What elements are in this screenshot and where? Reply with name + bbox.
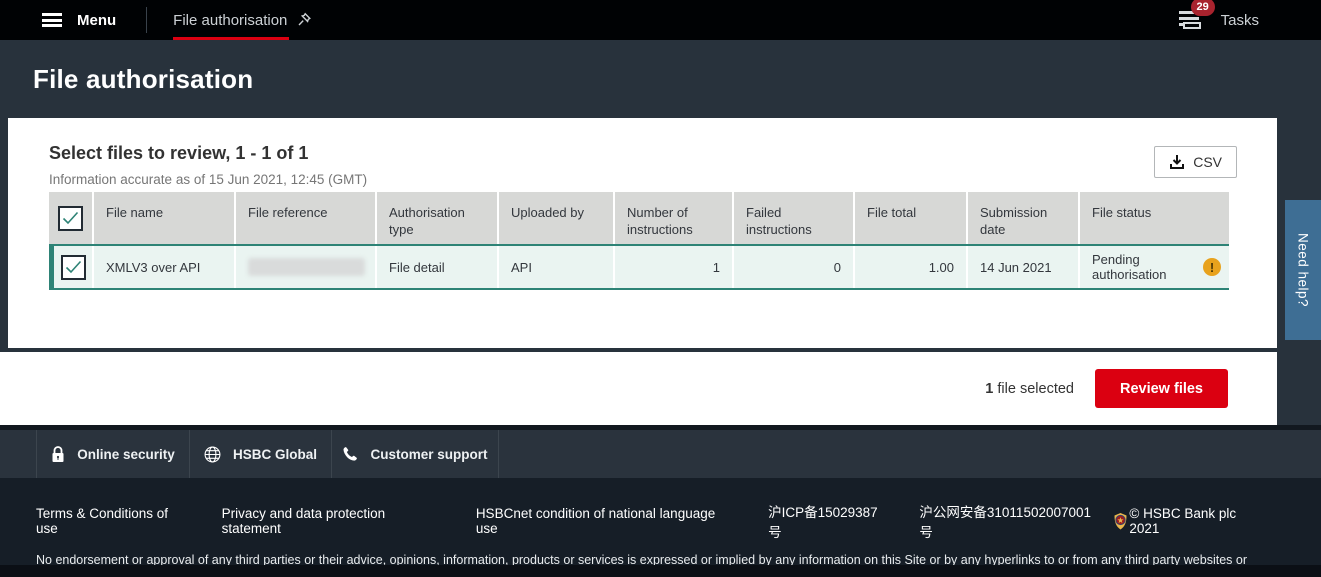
status-text: Pending authorisation (1092, 252, 1184, 282)
topbar-divider (146, 7, 147, 33)
online-security-label: Online security (77, 447, 175, 462)
public-security-link[interactable]: 沪公网安备31011502007001号 (919, 501, 1103, 541)
files-selected-count: 1 file selected (985, 381, 1074, 397)
privacy-statement-link[interactable]: Privacy and data protection statement (222, 506, 447, 536)
column-header-number-of-instructions: Number of instructions (615, 192, 732, 244)
cell-uploaded-by: API (499, 246, 613, 288)
row-select-cell (54, 246, 92, 288)
column-header-failed-instructions: Failed instructions (734, 192, 853, 244)
hsbc-global-link[interactable]: HSBC Global (189, 430, 331, 478)
top-navigation-bar: Menu File authorisation 29 Tasks (0, 0, 1321, 40)
download-icon (1169, 154, 1185, 170)
csv-export-button[interactable]: CSV (1154, 146, 1237, 178)
cell-file-reference (236, 246, 375, 288)
files-panel: Select files to review, 1 - 1 of 1 Infor… (8, 118, 1277, 348)
column-header-file-status: File status (1080, 192, 1229, 244)
tasks-badge: 29 (1191, 0, 1215, 16)
warning-icon[interactable]: ! (1203, 258, 1221, 276)
terms-conditions-link[interactable]: Terms & Conditions of use (36, 506, 193, 536)
customer-support-label: Customer support (370, 447, 487, 462)
redacted-file-reference (248, 258, 365, 276)
page-title: File authorisation (33, 64, 253, 95)
hsbc-global-label: HSBC Global (233, 447, 317, 462)
cell-file-total: 1.00 (855, 246, 966, 288)
page-header: File authorisation (0, 40, 1321, 118)
cell-failed-instructions: 0 (734, 246, 853, 288)
need-help-label: Need help? (1296, 233, 1311, 307)
customer-support-link[interactable]: Customer support (331, 430, 499, 478)
select-all-checkbox[interactable] (58, 206, 83, 231)
panel-timestamp: Information accurate as of 15 Jun 2021, … (49, 172, 367, 187)
tasks-button[interactable]: 29 Tasks (1179, 10, 1259, 30)
select-all-cell (49, 192, 92, 244)
online-security-link[interactable]: Online security (36, 430, 189, 478)
cell-number-of-instructions: 1 (615, 246, 732, 288)
csv-button-label: CSV (1193, 154, 1222, 170)
column-header-uploaded-by: Uploaded by (499, 192, 613, 244)
icp-licence-link[interactable]: 沪ICP备15029387号 (768, 501, 890, 541)
cell-authorisation-type: File detail (377, 246, 497, 288)
menu-button[interactable]: Menu (42, 12, 116, 29)
footer-quick-links: Online security HSBC Global (0, 430, 1321, 478)
bottom-strip (0, 565, 1321, 577)
tab-label: File authorisation (173, 12, 287, 29)
legal-links-row: Terms & Conditions of use Privacy and da… (0, 501, 1321, 541)
tasks-label: Tasks (1221, 12, 1259, 29)
padlock-icon (51, 446, 65, 463)
phone-icon (342, 446, 358, 462)
files-table: File name File reference Authorisation t… (49, 192, 1229, 290)
tab-file-authorisation[interactable]: File authorisation (173, 0, 316, 40)
table-row[interactable]: XMLV3 over API File detail API 1 0 1.00 … (49, 244, 1229, 290)
table-header-row: File name File reference Authorisation t… (49, 192, 1229, 244)
column-header-file-name: File name (94, 192, 234, 244)
review-files-button[interactable]: Review files (1095, 369, 1228, 408)
footer-legal: Terms & Conditions of use Privacy and da… (0, 478, 1321, 565)
file-authorisation-page: Menu File authorisation 29 Tasks (0, 0, 1321, 577)
copyright-text: © HSBC Bank plc 2021 (1129, 506, 1269, 536)
national-language-link[interactable]: HSBCnet condition of national language u… (476, 506, 739, 536)
cell-file-status: Pending authorisation ! (1080, 246, 1229, 288)
column-header-file-total: File total (855, 192, 966, 244)
tasks-icon: 29 (1179, 10, 1205, 30)
column-header-authorisation-type: Authorisation type (377, 192, 497, 244)
menu-label: Menu (77, 12, 116, 29)
panel-heading: Select files to review, 1 - 1 of 1 (49, 143, 308, 164)
cell-submission-date: 14 Jun 2021 (968, 246, 1078, 288)
need-help-tab[interactable]: Need help? (1285, 200, 1321, 340)
row-checkbox[interactable] (61, 255, 86, 280)
action-bar: 1 file selected Review files (0, 352, 1277, 425)
cell-file-name: XMLV3 over API (94, 246, 234, 288)
hamburger-icon (42, 13, 62, 27)
column-header-file-reference: File reference (236, 192, 375, 244)
pin-icon[interactable] (297, 12, 312, 28)
column-header-submission-date: Submission date (968, 192, 1078, 244)
globe-icon (204, 446, 221, 463)
police-emblem-icon (1112, 512, 1129, 531)
